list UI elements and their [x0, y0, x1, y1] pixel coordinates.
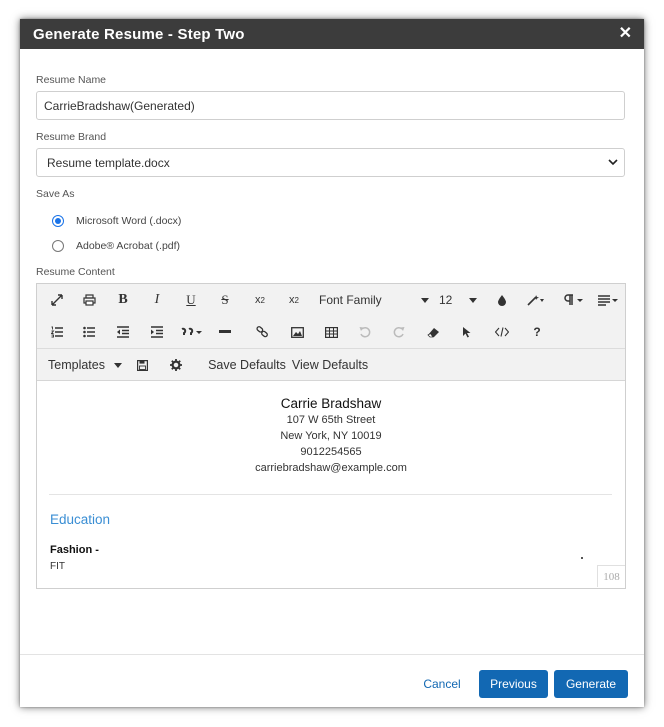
caret-down-icon — [469, 297, 477, 303]
help-icon[interactable]: ? — [527, 316, 547, 348]
align-icon[interactable] — [595, 284, 621, 316]
toolbar-row-1: B I U S x2 x2 Font Family 12 — [37, 284, 625, 316]
resume-brand-value: Resume template.docx — [47, 155, 170, 170]
save-as-radio-group: Microsoft Word (.docx) Adobe® Acrobat (.… — [52, 208, 628, 258]
resume-name-value: CarrieBradshaw(Generated) — [44, 98, 195, 113]
subscript-icon[interactable]: x2 — [249, 284, 271, 316]
undo-icon[interactable] — [355, 316, 375, 348]
radio-option-docx[interactable]: Microsoft Word (.docx) — [52, 208, 628, 233]
section-heading-education: Education — [50, 512, 111, 527]
table-icon[interactable] — [321, 316, 341, 348]
save-defaults-button[interactable]: Save Defaults — [207, 349, 287, 381]
redo-icon[interactable] — [389, 316, 409, 348]
generate-resume-dialog: Generate Resume - Step Two ✕ Resume Name… — [20, 19, 644, 707]
radio-option-pdf[interactable]: Adobe® Acrobat (.pdf) — [52, 233, 628, 258]
templates-dropdown[interactable]: Templates — [48, 349, 122, 381]
magic-wand-icon[interactable] — [523, 284, 549, 316]
font-family-dropdown[interactable]: Font Family — [319, 284, 429, 316]
superscript-icon[interactable]: x2 — [283, 284, 305, 316]
resume-brand-label: Resume Brand — [36, 131, 107, 143]
radio-pdf[interactable] — [52, 239, 64, 252]
dialog-footer: Cancel Previous Generate — [20, 654, 644, 707]
radio-docx-label: Microsoft Word (.docx) — [76, 214, 182, 227]
dialog-body: Resume Name CarrieBradshaw(Generated) Re… — [20, 74, 644, 589]
document-address-line1: 107 W 65th Street — [286, 414, 376, 426]
code-view-icon[interactable] — [491, 316, 513, 348]
view-defaults-button[interactable]: View Defaults — [290, 349, 370, 381]
font-size-dropdown[interactable]: 12 — [439, 284, 477, 316]
character-count: 108 — [597, 565, 625, 587]
text-cursor-mark — [581, 557, 583, 559]
education-entry-detail: FIT — [50, 561, 65, 572]
fullscreen-icon[interactable] — [47, 284, 67, 316]
document-phone: 9012254565 — [300, 446, 362, 458]
toolbar-row-3: Templates Save Defaults View Defaults — [37, 348, 625, 381]
indent-icon[interactable] — [147, 316, 167, 348]
screen: Generate Resume - Step Two ✕ Resume Name… — [0, 0, 664, 727]
quote-icon[interactable] — [179, 316, 205, 348]
chevron-down-icon — [608, 158, 618, 168]
document-address-line2: New York, NY 10019 — [280, 430, 382, 442]
link-icon[interactable] — [252, 316, 272, 348]
underline-icon[interactable]: U — [181, 284, 201, 316]
previous-button[interactable]: Previous — [479, 670, 548, 698]
education-entry-title: Fashion - — [50, 544, 99, 556]
paragraph-format-icon[interactable] — [561, 284, 587, 316]
horizontal-line-icon[interactable] — [215, 316, 235, 348]
caret-down-icon — [114, 362, 122, 368]
cancel-button[interactable]: Cancel — [412, 670, 472, 698]
generate-button[interactable]: Generate — [554, 670, 628, 698]
document-name: Carrie Bradshaw — [280, 396, 382, 411]
radio-pdf-label: Adobe® Acrobat (.pdf) — [76, 239, 181, 252]
document-email: carriebradshaw@example.com — [255, 462, 407, 474]
select-pointer-icon[interactable] — [457, 316, 477, 348]
editor-content-area[interactable]: Carrie Bradshaw 107 W 65th Street New Yo… — [37, 381, 625, 587]
strikethrough-icon[interactable]: S — [215, 284, 235, 316]
toolbar-row-2: ? — [37, 316, 625, 348]
dialog-titlebar: Generate Resume - Step Two ✕ — [20, 19, 644, 49]
caret-down-icon — [421, 297, 429, 303]
eraser-icon[interactable] — [423, 316, 443, 348]
resume-name-label: Resume Name — [36, 74, 107, 86]
resume-content-label: Resume Content — [36, 266, 115, 278]
font-size-label: 12 — [439, 293, 453, 307]
resume-name-input[interactable]: CarrieBradshaw(Generated) — [36, 91, 625, 120]
resume-brand-select[interactable]: Resume template.docx — [36, 148, 625, 177]
italic-icon[interactable]: I — [147, 284, 167, 316]
dialog-title: Generate Resume - Step Two — [33, 25, 245, 43]
templates-label: Templates — [48, 358, 105, 372]
unordered-list-icon[interactable] — [79, 316, 99, 348]
radio-docx[interactable] — [52, 214, 64, 227]
outdent-icon[interactable] — [113, 316, 133, 348]
document-divider — [49, 494, 612, 495]
text-color-icon[interactable] — [492, 284, 512, 316]
image-icon[interactable] — [287, 316, 307, 348]
print-icon[interactable] — [79, 284, 99, 316]
bold-icon[interactable]: B — [113, 284, 133, 316]
gear-icon[interactable] — [166, 349, 186, 381]
editor-toolbar: B I U S x2 x2 Font Family 12 ? Templates… — [37, 284, 625, 381]
save-icon[interactable] — [132, 349, 152, 381]
font-family-label: Font Family — [319, 293, 382, 307]
close-icon[interactable]: ✕ — [619, 26, 632, 42]
rich-text-editor: B I U S x2 x2 Font Family 12 ? Templates… — [36, 283, 626, 589]
save-as-label: Save As — [36, 188, 75, 200]
ordered-list-icon[interactable] — [47, 316, 67, 348]
